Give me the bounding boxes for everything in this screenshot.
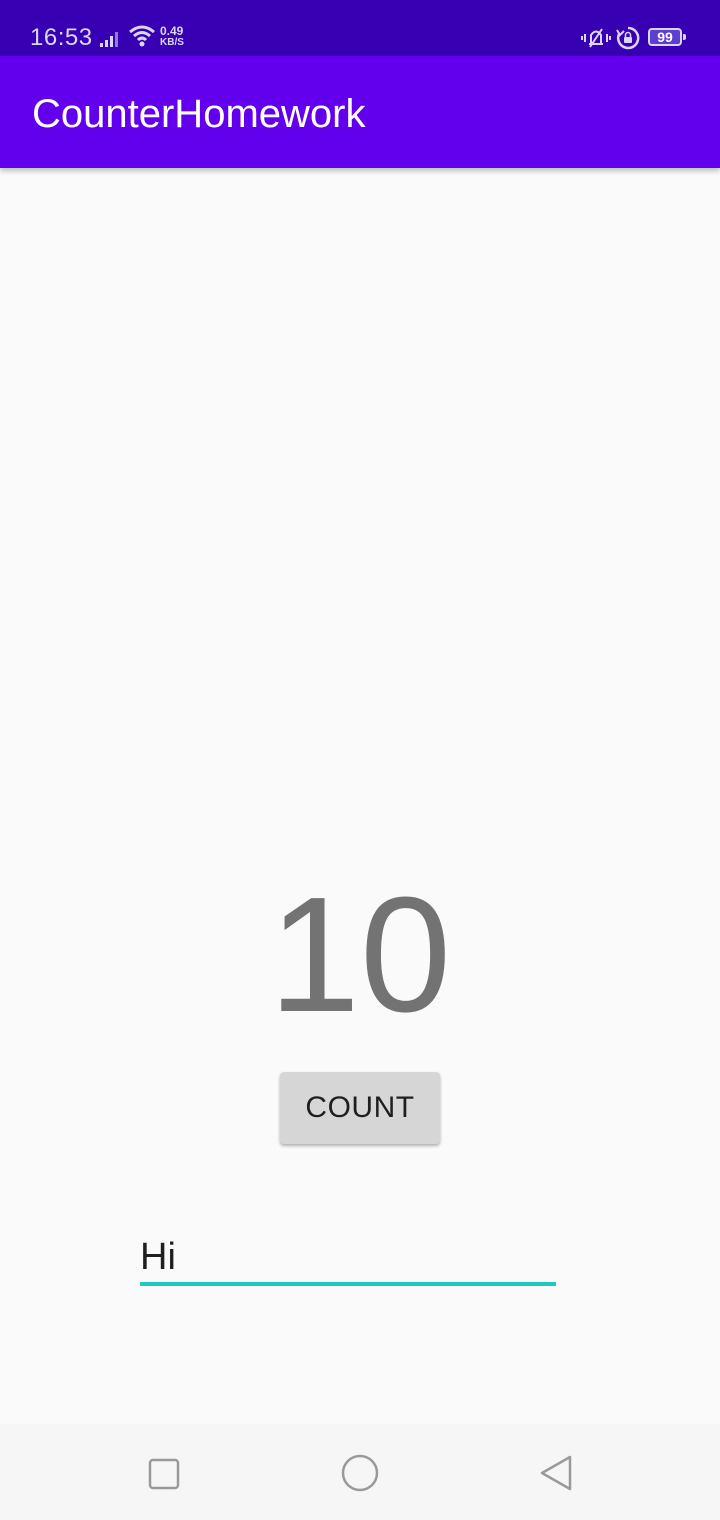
status-time: 16:53	[30, 24, 93, 51]
wifi-icon	[128, 24, 156, 53]
rotation-lock-icon	[616, 26, 640, 55]
text-input[interactable]	[140, 1232, 556, 1286]
count-button[interactable]: COUNT	[280, 1072, 440, 1144]
recent-apps-icon[interactable]	[148, 1458, 180, 1495]
vibrate-icon	[581, 26, 611, 55]
back-icon[interactable]	[538, 1454, 574, 1497]
home-icon[interactable]	[341, 1454, 379, 1497]
battery-icon: 99	[648, 28, 686, 46]
app-bar: CounterHomework	[0, 56, 720, 168]
signal-icon	[100, 30, 124, 53]
net-speed: 0.49 KB/S	[160, 25, 184, 49]
app-title: CounterHomework	[32, 92, 366, 136]
count-display: 10	[268, 863, 452, 1046]
net-speed-value: 0.49	[160, 24, 184, 38]
net-speed-unit: KB/S	[160, 37, 184, 48]
navigation-bar	[0, 1424, 720, 1520]
status-bar: 16:53 0.49 KB/S 99	[0, 0, 720, 56]
